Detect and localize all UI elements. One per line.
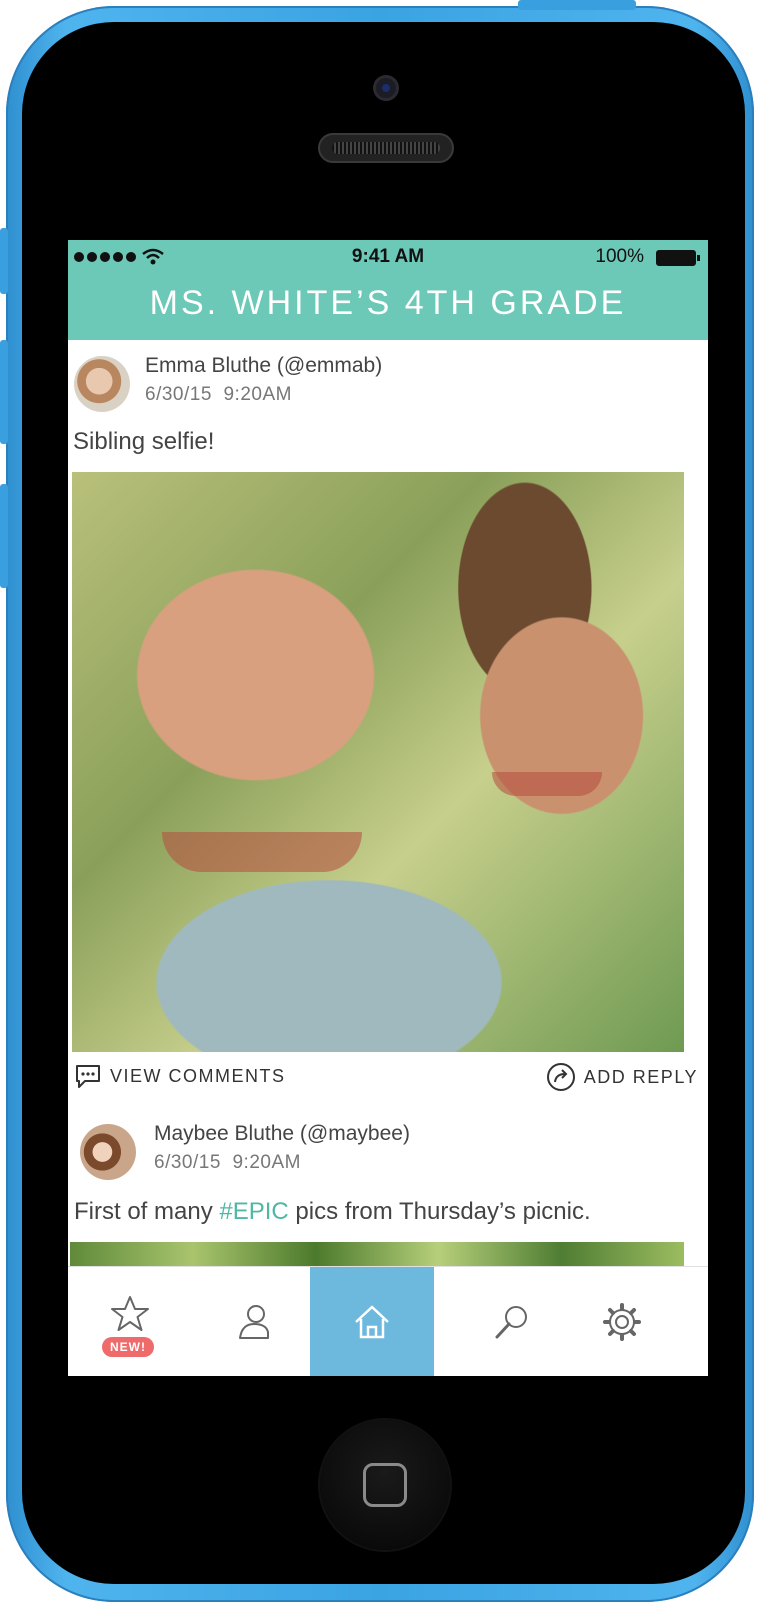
post-actions: VIEW COMMENTS ADD REPLY xyxy=(68,1062,708,1092)
tab-search[interactable] xyxy=(450,1267,574,1376)
post-card: Emma Bluthe (@emmab) 6/30/15 9:20AM Sibl… xyxy=(68,340,708,1110)
comment-icon xyxy=(76,1065,100,1088)
post-text-part: pics from Thursday’s picnic. xyxy=(288,1198,591,1225)
battery-icon xyxy=(656,250,700,266)
reply-icon xyxy=(546,1063,575,1091)
post-text: Sibling selfie! xyxy=(73,428,215,455)
tab-settings[interactable] xyxy=(560,1267,684,1376)
profile-icon xyxy=(239,1305,269,1339)
post-card: Maybee Bluthe (@maybee) 6/30/15 9:20AM F… xyxy=(68,1110,708,1270)
add-reply-label: ADD REPLY xyxy=(583,1066,698,1087)
post-time: 9:20AM xyxy=(232,1152,301,1173)
photo-detail xyxy=(162,832,362,872)
view-comments-button[interactable]: VIEW COMMENTS xyxy=(74,1062,286,1090)
app-screen: 9:41 AM 100% MS. WHITE’S 4TH GRADE Emma … xyxy=(68,240,708,1376)
search-icon xyxy=(495,1306,527,1339)
page-title: MS. WHITE’S 4TH GRADE xyxy=(149,284,627,322)
post-time: 9:20AM xyxy=(223,384,292,405)
post-author[interactable]: Emma Bluthe (@emmab) xyxy=(145,354,382,378)
app-header: 9:41 AM 100% MS. WHITE’S 4TH GRADE xyxy=(68,240,708,340)
post-date: 6/30/15 xyxy=(145,384,212,405)
hashtag-link[interactable]: #EPIC xyxy=(219,1198,288,1225)
post-photo[interactable] xyxy=(72,472,684,1052)
home-icon xyxy=(355,1305,389,1339)
post-text-part: First of many xyxy=(74,1198,220,1225)
tab-profile[interactable] xyxy=(192,1267,316,1376)
post-timestamp: 6/30/15 9:20AM xyxy=(145,384,292,406)
volume-up-button xyxy=(0,340,8,444)
gear-icon xyxy=(603,1303,641,1341)
star-icon xyxy=(111,1296,149,1331)
tab-new[interactable]: NEW! xyxy=(68,1267,192,1376)
post-timestamp: 6/30/15 9:20AM xyxy=(154,1152,301,1174)
tab-bar: NEW! xyxy=(68,1266,708,1376)
avatar[interactable] xyxy=(80,1124,136,1180)
avatar[interactable] xyxy=(74,356,130,412)
add-reply-button[interactable]: ADD REPLY xyxy=(546,1062,698,1092)
new-badge: NEW! xyxy=(102,1337,154,1357)
status-bar: 9:41 AM 100% xyxy=(68,240,708,272)
battery-percent: 100% xyxy=(595,246,644,267)
post-date: 6/30/15 xyxy=(154,1152,221,1173)
home-button[interactable] xyxy=(320,1420,450,1550)
post-text: First of many #EPIC pics from Thursday’s… xyxy=(74,1198,591,1226)
view-comments-label: VIEW COMMENTS xyxy=(110,1065,286,1086)
photo-detail xyxy=(492,772,602,796)
volume-down-button xyxy=(0,484,8,588)
tab-home[interactable] xyxy=(310,1267,434,1376)
front-camera xyxy=(373,75,399,101)
post-author[interactable]: Maybee Bluthe (@maybee) xyxy=(154,1122,410,1146)
mute-switch xyxy=(0,228,8,294)
earpiece-speaker xyxy=(318,133,454,163)
power-button xyxy=(518,0,636,10)
